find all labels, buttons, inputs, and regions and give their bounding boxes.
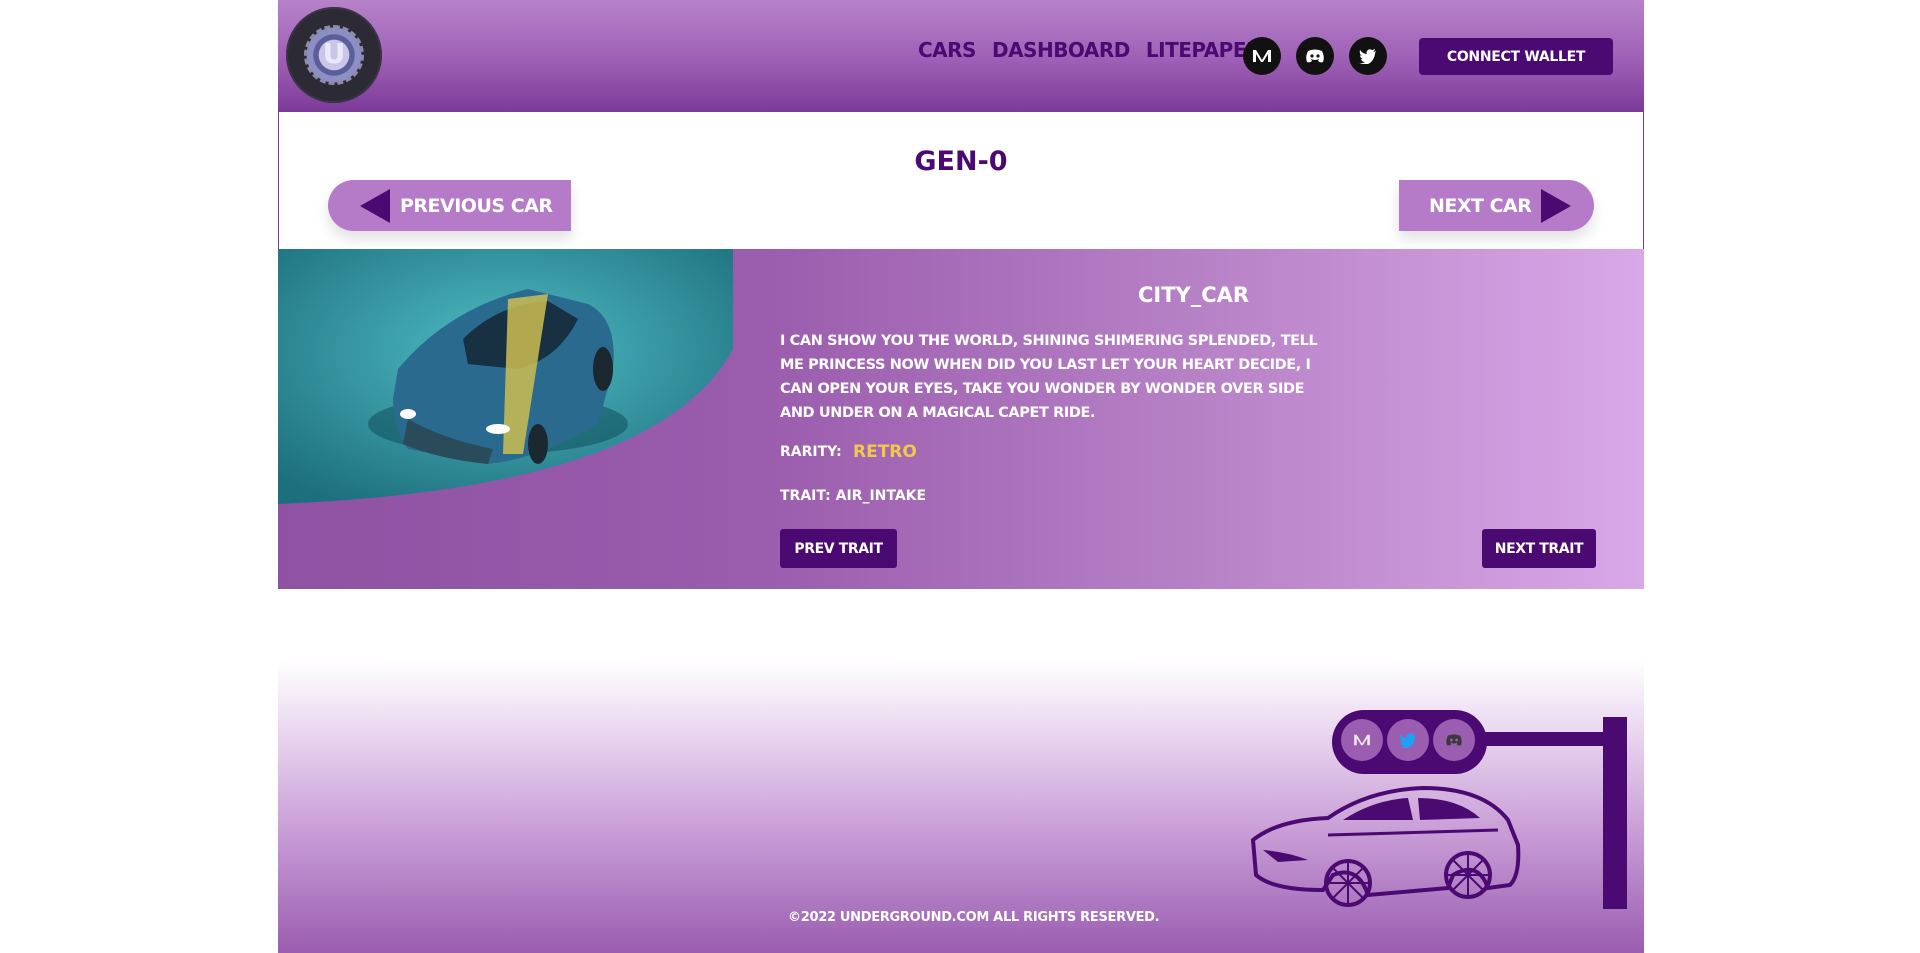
- site-footer: ©2022 UNDERGROUND.COM ALL RIGHTS RESERVE…: [278, 660, 1644, 953]
- nav-link-dashboard[interactable]: DASHBOARD: [992, 38, 1130, 62]
- car-name: CITY_CAR: [1138, 283, 1250, 307]
- previous-car-label: PREVIOUS CAR: [400, 194, 553, 217]
- page-frame: U CARS DASHBOARD LITEPAPER CONNECT WALLE…: [278, 0, 1644, 953]
- next-trait-button[interactable]: NEXT TRAIT: [1482, 529, 1596, 568]
- medium-icon[interactable]: [1341, 719, 1383, 761]
- car-image: [278, 249, 733, 509]
- prev-trait-button[interactable]: PREV TRAIT: [780, 529, 897, 568]
- page-title: GEN-0: [914, 146, 1008, 177]
- car-description: I CAN SHOW YOU THE WORLD, SHINING SHIMER…: [780, 333, 1318, 421]
- twitter-icon[interactable]: [1349, 37, 1387, 75]
- signpost-arm: [1478, 732, 1608, 746]
- arrow-left-icon: [360, 188, 390, 223]
- twitter-icon[interactable]: [1387, 719, 1429, 761]
- rarity-label: RARITY:: [780, 444, 842, 460]
- arrow-right-icon: [1541, 188, 1572, 223]
- car-panel: CITY_CAR I CAN SHOW YOU THE WORLD, SHINI…: [278, 249, 1644, 589]
- logo-letter: U: [322, 37, 346, 70]
- copyright-text: ©2022 UNDERGROUND.COM ALL RIGHTS RESERVE…: [788, 910, 1160, 925]
- nav-link-cars[interactable]: CARS: [918, 38, 976, 62]
- discord-icon[interactable]: [1296, 37, 1334, 75]
- site-logo[interactable]: U: [286, 7, 382, 103]
- connect-wallet-button[interactable]: CONNECT WALLET: [1419, 38, 1613, 75]
- medium-icon[interactable]: [1243, 37, 1281, 75]
- gen-section: GEN-0 PREVIOUS CAR NEXT CAR: [278, 112, 1644, 249]
- next-car-label: NEXT CAR: [1429, 194, 1532, 217]
- main-nav: CARS DASHBOARD LITEPAPER: [918, 38, 1261, 62]
- previous-car-button[interactable]: PREVIOUS CAR: [328, 180, 571, 231]
- site-header: U CARS DASHBOARD LITEPAPER CONNECT WALLE…: [278, 0, 1644, 112]
- discord-icon[interactable]: [1433, 719, 1475, 761]
- trait-text: TRAIT: AIR_INTAKE: [780, 488, 927, 504]
- next-car-button[interactable]: NEXT CAR: [1399, 180, 1594, 231]
- rarity-value: RETRO: [853, 442, 917, 462]
- car-outline-illustration: [1250, 785, 1521, 907]
